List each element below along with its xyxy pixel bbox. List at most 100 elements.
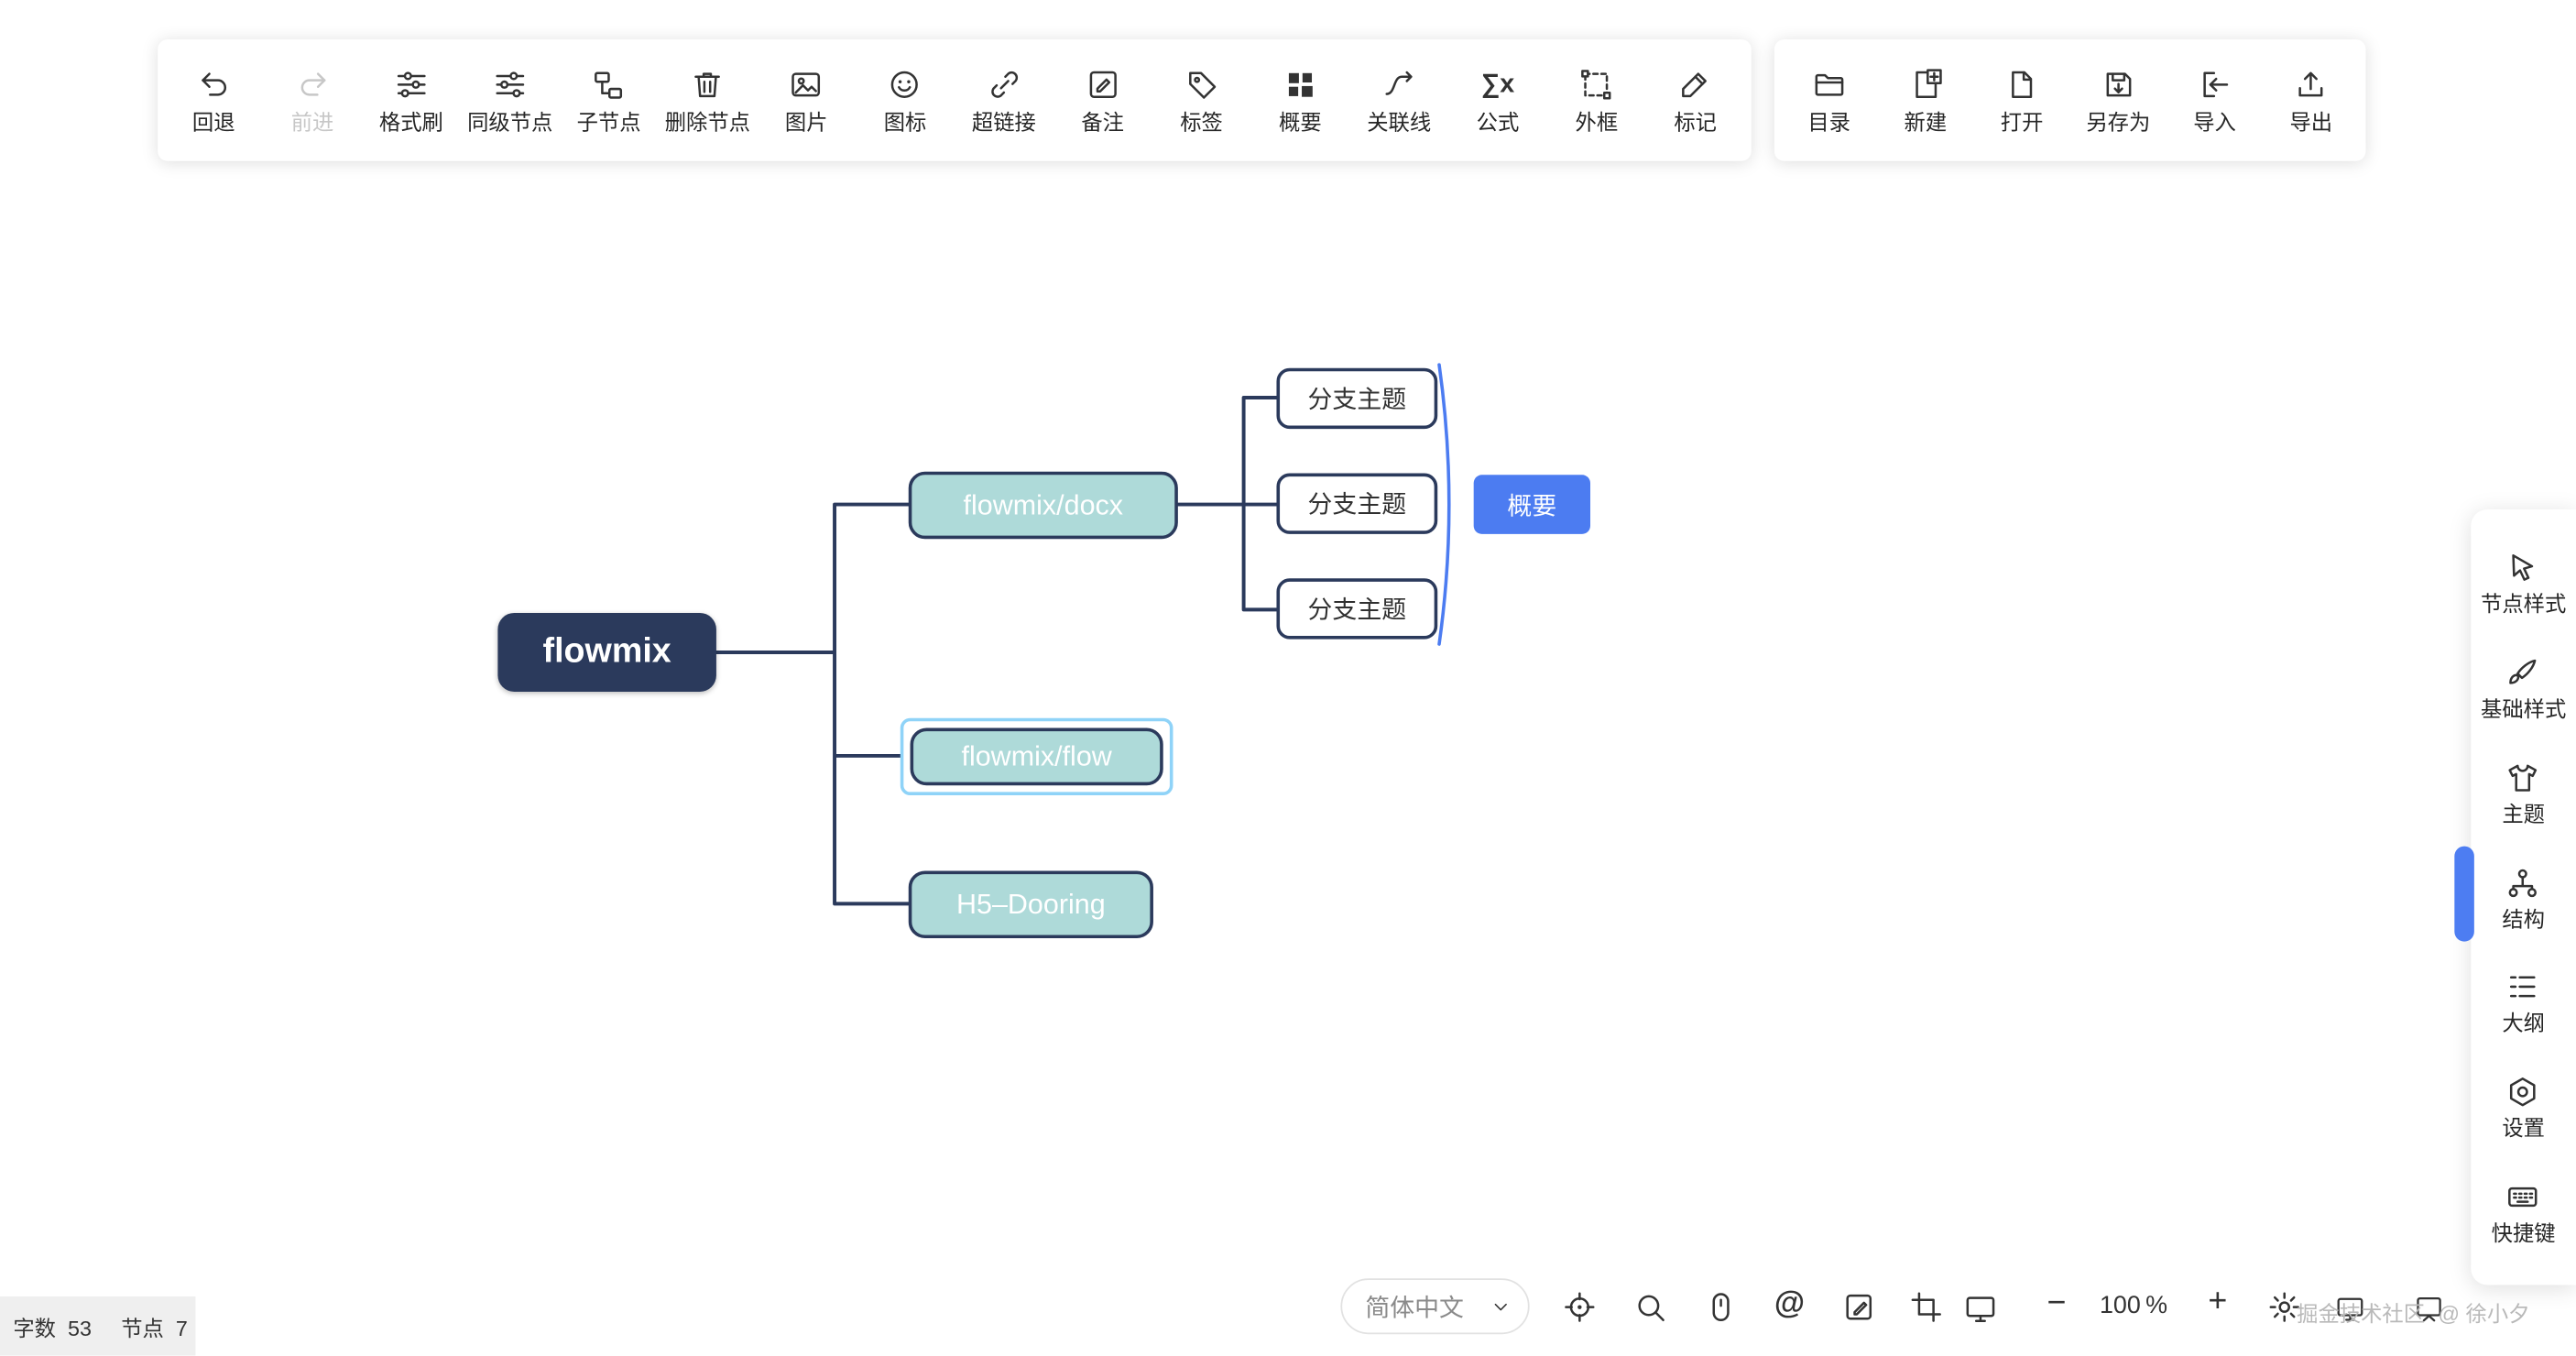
- branch-node-dooring[interactable]: H5–Dooring: [909, 871, 1153, 939]
- edit-square-icon[interactable]: [1841, 1290, 1876, 1325]
- outline-icon: [2506, 970, 2541, 1005]
- root-node[interactable]: flowmix: [497, 613, 716, 692]
- chevron-down-icon: [1490, 1296, 1512, 1317]
- sidebar-item-shortcuts[interactable]: 快捷键: [2492, 1180, 2556, 1244]
- save-as-label: 另存为: [2086, 112, 2150, 133]
- relation-line-label: 关联线: [1367, 112, 1431, 133]
- crop-icon[interactable]: [1909, 1290, 1944, 1325]
- watermark-text-left: 掘金技术社区: [2297, 1296, 2425, 1328]
- image-label: 图片: [785, 112, 828, 133]
- directory-button[interactable]: 目录: [1781, 68, 1877, 134]
- summary-node[interactable]: 概要: [1474, 475, 1590, 534]
- mark-icon: [1678, 68, 1713, 103]
- node-count: 节点 7: [121, 1310, 188, 1341]
- undo-icon: [196, 68, 231, 103]
- formula-icon: ∑x: [1481, 68, 1514, 103]
- sibling-node-icon: [493, 68, 528, 103]
- save-as-button[interactable]: 另存为: [2070, 68, 2167, 134]
- app-viewport: 回退 前进 格式刷 同级节点 子节点 删除节点 图片 图标: [0, 0, 2576, 1356]
- redo-label: 前进: [291, 112, 334, 133]
- word-count: 字数 53: [13, 1310, 92, 1341]
- mark-button[interactable]: 标记: [1646, 68, 1745, 134]
- sibling-node-button[interactable]: 同级节点: [461, 68, 560, 134]
- child-node-3[interactable]: 分支主题: [1276, 578, 1437, 639]
- zoom-in-button[interactable]: +: [2208, 1285, 2227, 1318]
- search-icon[interactable]: [1633, 1290, 1668, 1325]
- mouse-icon[interactable]: [1704, 1290, 1739, 1325]
- zoom-out-button[interactable]: −: [2047, 1286, 2067, 1319]
- child-node-icon: [592, 68, 627, 103]
- child-node-1[interactable]: 分支主题: [1276, 368, 1437, 429]
- import-button[interactable]: 导入: [2167, 68, 2263, 134]
- sidebar-label-theme: 主题: [2502, 803, 2545, 824]
- relation-line-button[interactable]: 关联线: [1349, 68, 1448, 134]
- image-icon: [789, 68, 824, 103]
- sidebar-item-node-style[interactable]: 节点样式: [2481, 551, 2566, 615]
- file-toolbar: 目录 新建 打开 另存为 导入 导出: [1774, 39, 2366, 161]
- new-file-button[interactable]: 新建: [1877, 68, 1973, 134]
- hyperlink-label: 超链接: [972, 112, 1036, 133]
- note-icon: [1086, 68, 1120, 103]
- outer-frame-label: 外框: [1576, 112, 1619, 133]
- mention-icon[interactable]: @: [1774, 1286, 1805, 1322]
- format-painter-button[interactable]: 格式刷: [362, 68, 461, 134]
- outer-frame-icon: [1579, 68, 1614, 103]
- new-file-icon: [1908, 68, 1943, 103]
- hyperlink-button[interactable]: 超链接: [955, 68, 1053, 134]
- child-node-2[interactable]: 分支主题: [1276, 473, 1437, 533]
- mindmap-app: 回退 前进 格式刷 同级节点 子节点 删除节点 图片 图标: [0, 0, 2576, 1356]
- sidebar-item-theme[interactable]: 主题: [2502, 760, 2545, 825]
- icon-label: 图标: [884, 112, 927, 133]
- child-node-label: 子节点: [577, 112, 641, 133]
- save-as-icon: [2101, 68, 2135, 103]
- summary-brace: [1439, 365, 1449, 644]
- structure-icon: [2506, 865, 2541, 900]
- sidebar-item-outline[interactable]: 大纲: [2502, 970, 2545, 1034]
- formula-label: 公式: [1477, 112, 1520, 133]
- image-button[interactable]: 图片: [757, 68, 856, 134]
- sidebar-label-node-style: 节点样式: [2481, 593, 2566, 614]
- export-button[interactable]: 导出: [2263, 68, 2359, 134]
- sidebar-label-structure: 结构: [2502, 908, 2545, 929]
- sidebar-label-outline: 大纲: [2502, 1012, 2545, 1033]
- sidebar-item-base-style[interactable]: 基础样式: [2481, 655, 2566, 719]
- theme-icon: [2506, 760, 2541, 795]
- hyperlink-icon: [987, 68, 1021, 103]
- redo-button[interactable]: 前进: [263, 68, 362, 134]
- watermark-text-right: @ 徐小夕: [2438, 1296, 2529, 1328]
- export-label: 导出: [2289, 112, 2332, 133]
- base-style-icon: [2506, 655, 2541, 690]
- outer-frame-button[interactable]: 外框: [1547, 68, 1646, 134]
- child-node-button[interactable]: 子节点: [560, 68, 659, 134]
- language-select[interactable]: 简体中文: [1340, 1278, 1529, 1334]
- undo-button[interactable]: 回退: [164, 68, 263, 134]
- settings-icon: [2506, 1075, 2541, 1110]
- icon-button[interactable]: 图标: [856, 68, 955, 134]
- language-value: 简体中文: [1365, 1289, 1464, 1324]
- sidebar-item-settings[interactable]: 设置: [2502, 1075, 2545, 1139]
- undo-label: 回退: [192, 112, 235, 133]
- summary-button[interactable]: 概要: [1250, 68, 1349, 134]
- note-button[interactable]: 备注: [1053, 68, 1152, 134]
- sidebar-item-structure[interactable]: 结构: [2502, 865, 2545, 929]
- summary-label: 概要: [1279, 112, 1322, 133]
- sidebar-label-shortcuts: 快捷键: [2492, 1223, 2556, 1244]
- delete-node-button[interactable]: 删除节点: [658, 68, 757, 134]
- node-style-icon: [2506, 551, 2541, 585]
- tag-button[interactable]: 标签: [1152, 68, 1251, 134]
- branch-node-docx[interactable]: flowmix/docx: [909, 472, 1178, 540]
- import-label: 导入: [2193, 112, 2236, 133]
- selection-box[interactable]: flowmix/flow: [901, 718, 1173, 795]
- branch-node-flow[interactable]: flowmix/flow: [911, 727, 1163, 785]
- summary-icon: [1283, 68, 1318, 103]
- open-file-button[interactable]: 打开: [1973, 68, 2069, 134]
- zoom-unit: %: [2145, 1292, 2167, 1319]
- sidebar-label-settings: 设置: [2502, 1118, 2545, 1139]
- directory-label: 目录: [1807, 112, 1850, 133]
- presentation-icon[interactable]: [1963, 1292, 1998, 1327]
- locate-icon[interactable]: [1563, 1290, 1598, 1325]
- sidebar-label-base-style: 基础样式: [2481, 698, 2566, 719]
- redo-icon: [295, 68, 330, 103]
- main-toolbar: 回退 前进 格式刷 同级节点 子节点 删除节点 图片 图标: [158, 39, 1752, 161]
- formula-button[interactable]: ∑x 公式: [1448, 68, 1547, 134]
